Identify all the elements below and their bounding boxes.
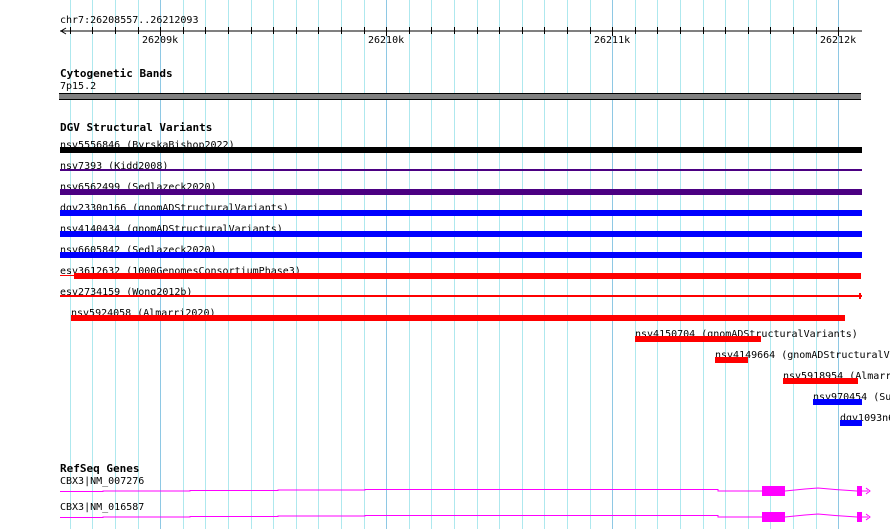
- gene-intron-line: [60, 487, 868, 492]
- refseq-genes: [60, 486, 871, 522]
- genome-browser: chr7:26208557..26212093 26209k 26210k 26…: [0, 0, 890, 529]
- gene-exon: [857, 512, 862, 522]
- gene-exon: [857, 486, 862, 496]
- gene-intron-line: [60, 513, 868, 518]
- gene-exon: [762, 486, 785, 496]
- gene-exon: [762, 512, 785, 522]
